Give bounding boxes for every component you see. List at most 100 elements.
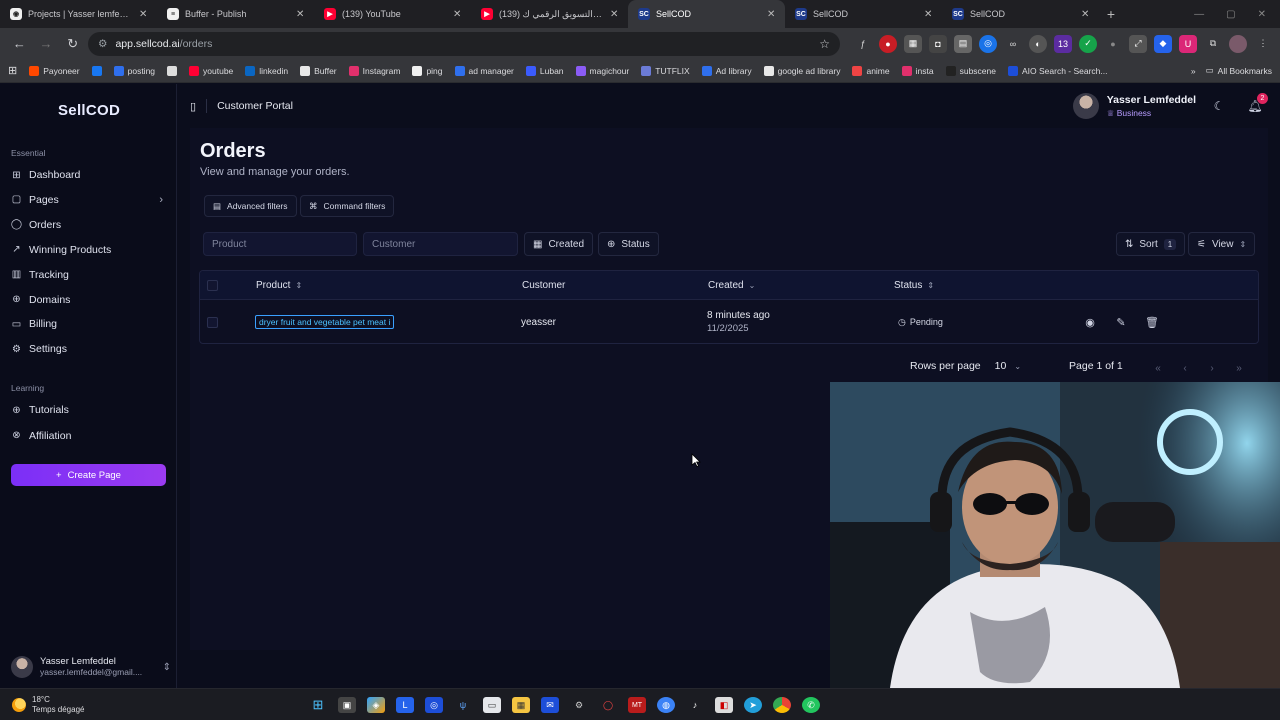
forward-button[interactable]: →: [35, 32, 58, 56]
chrome-menu-icon[interactable]: ⋮: [1254, 35, 1272, 53]
extension-icon[interactable]: ◎: [979, 34, 998, 53]
close-tab-icon[interactable]: ✕: [610, 9, 620, 20]
bookmark-item[interactable]: AIO Search - Search...: [1007, 65, 1108, 76]
minimize-icon[interactable]: —: [1194, 9, 1204, 20]
address-bar[interactable]: ⚙ app.sellcod.ai/orders ☆: [88, 31, 841, 56]
product-filter-input[interactable]: Product: [203, 232, 357, 256]
maximize-icon[interactable]: ▢: [1226, 9, 1235, 20]
sellcod-logo[interactable]: SellCOD: [58, 102, 120, 119]
browser-tab[interactable]: SC SellCOD ✕: [628, 0, 785, 28]
close-tab-icon[interactable]: ✕: [924, 9, 934, 20]
bookmark-item[interactable]: anime: [852, 65, 890, 76]
sidebar-item-tracking[interactable]: ▥ Tracking: [11, 265, 167, 285]
mail-icon[interactable]: ✉: [541, 697, 559, 713]
sidebar-item-tutorials[interactable]: ⊕ Tutorials: [11, 400, 167, 420]
column-header-product[interactable]: Product ⇕: [256, 280, 302, 291]
last-page-icon[interactable]: »: [1230, 360, 1248, 376]
extension-icon[interactable]: ●: [1104, 35, 1122, 53]
customer-filter-input[interactable]: Customer: [363, 232, 518, 256]
sidebar-item-orders[interactable]: ◯ Orders: [11, 215, 167, 235]
status-filter-button[interactable]: ⊕ Status: [598, 232, 659, 256]
bookmark-item[interactable]: Payoneer: [29, 65, 80, 76]
app-icon[interactable]: ◧: [715, 697, 733, 713]
extension-icon[interactable]: ƒ: [854, 35, 872, 53]
prev-page-icon[interactable]: ‹: [1176, 360, 1194, 376]
store-icon[interactable]: ▦: [512, 697, 530, 713]
extension-icon[interactable]: ▦: [904, 34, 923, 53]
bookmark-item[interactable]: insta: [901, 65, 934, 76]
product-link[interactable]: dryer fruit and vegetable pet meat i: [255, 315, 395, 329]
close-tab-icon[interactable]: ✕: [767, 9, 777, 20]
table-row[interactable]: dryer fruit and vegetable pet meat i yea…: [200, 300, 1258, 343]
created-filter-button[interactable]: ▦ Created: [524, 232, 594, 256]
product-cell[interactable]: dryer fruit and vegetable pet meat i: [255, 315, 395, 329]
bookmark-item[interactable]: [167, 65, 178, 76]
extension-icon[interactable]: ◐: [1029, 34, 1048, 53]
command-filters-button[interactable]: ⌘ Command filters: [300, 195, 395, 217]
extension-icon[interactable]: ▤: [954, 34, 973, 53]
sidebar-item-billing[interactable]: ▭ Billing: [11, 314, 167, 334]
app-icon[interactable]: ψ: [454, 697, 472, 713]
telegram-icon[interactable]: ➤: [744, 697, 762, 713]
bookmark-item[interactable]: Luban: [525, 65, 564, 76]
file-icon[interactable]: ▭: [483, 697, 501, 713]
bookmark-star-icon[interactable]: ☆: [819, 37, 830, 51]
extension-icon[interactable]: ●: [879, 34, 898, 53]
bookmark-item[interactable]: linkedin: [245, 65, 288, 76]
browser-tab[interactable]: ◉ Projects | Yasser lemfeddel's ✕: [0, 0, 157, 28]
extension-icon[interactable]: ✓: [1079, 34, 1098, 53]
extension-icon[interactable]: ◘: [929, 34, 948, 53]
new-tab-button[interactable]: +: [1099, 0, 1123, 28]
sidebar-item-domains[interactable]: ⊕ Domains: [11, 290, 167, 310]
apps-grid-icon[interactable]: ⊞: [8, 64, 17, 77]
reload-button[interactable]: ↻: [61, 32, 84, 56]
column-header-status[interactable]: Status ⇕: [894, 280, 934, 291]
site-info-icon[interactable]: ⚙: [98, 38, 107, 50]
edit-icon[interactable]: ✎: [1113, 314, 1129, 330]
weather-widget[interactable]: 18°C Temps dégagé: [0, 695, 84, 715]
browser-tab[interactable]: ▶ (139) وكالة التسويق الرقمي ك ✕: [471, 0, 628, 28]
sidebar-user-menu[interactable]: Yasser Lemfeddel yasser.lemfeddel@gmail.…: [11, 655, 171, 679]
sidebar-item-winning-products[interactable]: ↗ Winning Products: [11, 240, 167, 260]
browser-tab[interactable]: SC SellCOD ✕: [785, 0, 942, 28]
extension-icon[interactable]: ∞: [1004, 35, 1022, 53]
view-options-button[interactable]: ⚟ View ⇕: [1188, 232, 1256, 256]
header-user[interactable]: Yasser Lemfeddel ♕ Business: [1072, 93, 1196, 119]
close-tab-icon[interactable]: ✕: [296, 9, 306, 20]
tiktok-icon[interactable]: ♪: [686, 697, 704, 713]
browser-tab[interactable]: ≡ Buffer - Publish ✕: [157, 0, 314, 28]
column-header-created[interactable]: Created ⌄: [708, 280, 755, 291]
view-eye-icon[interactable]: ◉: [1082, 314, 1098, 330]
extension-icon[interactable]: ⤢: [1129, 34, 1148, 53]
more-bookmarks-icon[interactable]: »: [1191, 66, 1196, 76]
extensions-puzzle-icon[interactable]: ⧉: [1204, 35, 1222, 53]
bookmark-item[interactable]: posting: [113, 65, 155, 76]
task-view-icon[interactable]: ▣: [338, 697, 356, 713]
advanced-filters-button[interactable]: ▤ Advanced filters: [204, 195, 297, 217]
windows-start-icon[interactable]: ⊞: [309, 697, 327, 713]
bookmark-item[interactable]: TUTFLIX: [641, 65, 690, 76]
chrome-icon[interactable]: [773, 697, 791, 713]
settings-icon[interactable]: ⚙: [570, 697, 588, 713]
sidebar-item-settings[interactable]: ⚙ Settings: [11, 339, 167, 359]
bookmark-item[interactable]: ad manager: [454, 65, 514, 76]
sidebar-item-dashboard[interactable]: ⊞ Dashboard: [11, 165, 167, 185]
profile-avatar[interactable]: [1229, 34, 1248, 53]
extension-icon[interactable]: ◆: [1154, 34, 1173, 53]
notifications-button[interactable]: 🔔︎ 2: [1242, 93, 1268, 119]
opera-icon[interactable]: ◯: [599, 697, 617, 713]
close-tab-icon[interactable]: ✕: [139, 9, 149, 20]
create-page-button[interactable]: + Create Page: [11, 464, 166, 486]
close-tab-icon[interactable]: ✕: [1081, 9, 1091, 20]
bookmark-item[interactable]: Ad library: [701, 65, 752, 76]
bookmark-item[interactable]: magichour: [575, 65, 629, 76]
app-icon[interactable]: MT: [628, 697, 646, 713]
sort-button[interactable]: ⇅ Sort 1: [1116, 232, 1186, 256]
bookmark-item[interactable]: subscene: [945, 65, 996, 76]
app-icon[interactable]: ◎: [425, 697, 443, 713]
next-page-icon[interactable]: ›: [1203, 360, 1221, 376]
select-all-checkbox[interactable]: [207, 279, 218, 291]
bookmark-item[interactable]: youtube: [189, 65, 233, 76]
extension-icon[interactable]: U: [1179, 34, 1198, 53]
bookmark-item[interactable]: ping: [412, 65, 443, 76]
